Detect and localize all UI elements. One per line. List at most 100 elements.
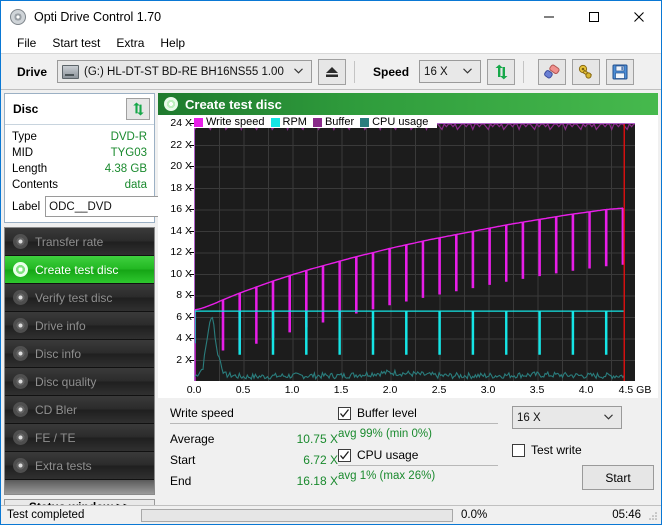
sidebar-item-drive-info[interactable]: Drive info — [5, 312, 154, 340]
legend-label: CPU usage — [372, 116, 429, 128]
sidebar-item-fe-te[interactable]: FE / TE — [5, 424, 154, 452]
buffer-level-stat: avg 99% (min 0%) — [338, 428, 432, 440]
write-speed-select-value: 16 X — [517, 411, 541, 424]
disc-icon — [13, 374, 28, 389]
disc-mid-label: MID — [12, 147, 34, 159]
x-tick-label: 2.0 — [382, 384, 398, 396]
legend-entry: RPM — [270, 116, 307, 128]
x-tick-label: 2.5 — [431, 384, 447, 396]
checkbox-box — [338, 406, 351, 420]
chevron-down-icon — [455, 66, 478, 77]
eject-button[interactable] — [318, 58, 347, 85]
refresh-button[interactable] — [487, 58, 516, 85]
menu-item-extra[interactable]: Extra — [108, 34, 152, 52]
sidebar-item-create-test-disc[interactable]: Create test disc — [5, 256, 154, 284]
disc-icon — [13, 430, 28, 445]
disc-contents-value: data — [124, 179, 147, 191]
speed-select[interactable]: 16 X — [419, 60, 482, 83]
disc-icon — [13, 402, 28, 417]
app-window: Opti Drive Control 1.70 File Start test … — [0, 0, 662, 525]
checkbox-box — [338, 448, 351, 462]
stat-row-average: Average 10.75 X — [170, 428, 338, 449]
chart-x-axis: 0.0 0.5 1.0 1.5 2.0 2.5 3.0 3.5 4.0 4.5 GB — [158, 115, 661, 398]
buffer-level-checkbox[interactable]: Buffer level — [338, 406, 498, 420]
chevron-down-icon — [286, 66, 309, 77]
resize-grip-icon[interactable] — [647, 510, 659, 522]
minimize-icon[interactable] — [526, 1, 571, 32]
disc-label-row: Label — [12, 196, 229, 217]
progress-bar — [141, 508, 453, 522]
sidebar-filler — [5, 480, 154, 494]
legend-swatch — [312, 117, 322, 127]
sidebar-item-extra-tests[interactable]: Extra tests — [5, 452, 154, 480]
disc-panel-header: Disc — [5, 94, 154, 125]
legend-swatch — [360, 117, 370, 127]
disc-type-label: Type — [12, 131, 37, 143]
disc-icon — [13, 234, 28, 249]
menu-item-start-test[interactable]: Start test — [44, 34, 108, 52]
start-label: Start — [170, 452, 196, 467]
save-button[interactable] — [606, 58, 635, 85]
disc-label-caption: Label — [12, 200, 41, 213]
menu-bar: File Start test Extra Help — [1, 32, 661, 54]
start-button[interactable]: Start — [582, 465, 654, 490]
cpu-usage-label: CPU usage — [357, 448, 419, 462]
options-stats: Buffer level avg 99% (min 0%) CPU usage … — [338, 406, 498, 494]
erase-button[interactable] — [538, 58, 567, 85]
cpu-usage-checkbox[interactable]: CPU usage — [338, 448, 498, 462]
tools-button[interactable] — [572, 58, 601, 85]
disc-icon — [13, 262, 28, 277]
app-icon — [10, 8, 26, 25]
sidebar-item-disc-quality[interactable]: Disc quality — [5, 368, 154, 396]
sidebar-item-transfer-rate[interactable]: Transfer rate — [5, 228, 154, 256]
maximize-icon[interactable] — [571, 1, 616, 32]
disc-icon — [164, 97, 178, 111]
test-write-checkbox[interactable]: Test write — [512, 443, 654, 457]
sidebar-item-label: Drive info — [35, 318, 86, 333]
stat-row-start: Start 6.72 X — [170, 449, 338, 470]
legend-label: Write speed — [206, 116, 265, 128]
sidebar-item-verify-test-disc[interactable]: Verify test disc — [5, 284, 154, 312]
x-tick-label: 0.0 — [186, 384, 202, 396]
sidebar-nav: Transfer rate Create test disc Verify te… — [4, 227, 155, 495]
chart-area: Write speed RPM Buffer CPU usage 2 X4 X6 X8… — [158, 115, 658, 398]
drive-icon — [62, 64, 80, 79]
end-value: 16.18 X — [296, 473, 338, 488]
menu-item-help[interactable]: Help — [152, 34, 193, 52]
buffer-level-label: Buffer level — [357, 406, 417, 420]
write-speed-select[interactable]: 16 X — [512, 406, 622, 429]
end-label: End — [170, 473, 192, 488]
sidebar-item-label: CD Bler — [35, 402, 78, 417]
menu-item-file[interactable]: File — [9, 34, 44, 52]
disc-row-type: Type DVD-R — [12, 129, 147, 145]
test-write-label: Test write — [531, 443, 582, 457]
legend-swatch — [270, 117, 280, 127]
drive-label: Drive — [17, 64, 48, 79]
disc-mid-value: TYG03 — [110, 147, 147, 159]
progress-percent: 0.0% — [461, 509, 488, 521]
panel-header: Create test disc — [158, 93, 658, 115]
x-tick-label: 1.5 — [333, 384, 349, 396]
start-value: 6.72 X — [303, 452, 338, 467]
disc-row-length: Length 4.38 GB — [12, 161, 147, 177]
average-label: Average — [170, 431, 215, 446]
main-body: Disc Type DVD-R MID TYG03 Length 4.38 GB… — [1, 90, 661, 515]
close-icon[interactable] — [616, 1, 661, 32]
check-icon — [340, 408, 350, 418]
drive-select[interactable]: (G:) HL-DT-ST BD-RE BH16NS55 1.00 — [57, 60, 313, 83]
sidebar-item-label: Disc info — [35, 346, 82, 361]
checkbox-box — [512, 443, 525, 457]
sidebar-item-label: Disc quality — [35, 374, 97, 389]
disc-panel-title: Disc — [13, 102, 39, 116]
disc-icon — [13, 346, 28, 361]
x-tick-label: 3.0 — [480, 384, 496, 396]
panel-title: Create test disc — [185, 96, 282, 112]
legend-entry: CPU usage — [360, 116, 428, 128]
window-controls — [526, 1, 661, 32]
x-tick-label: 4.0 — [578, 384, 594, 396]
sidebar-item-disc-info[interactable]: Disc info — [5, 340, 154, 368]
disc-refresh-button[interactable] — [126, 98, 150, 120]
eraser-icon — [544, 64, 560, 78]
test-controls: 16 X Test write Start — [498, 406, 654, 494]
sidebar-item-cd-bler[interactable]: CD Bler — [5, 396, 154, 424]
